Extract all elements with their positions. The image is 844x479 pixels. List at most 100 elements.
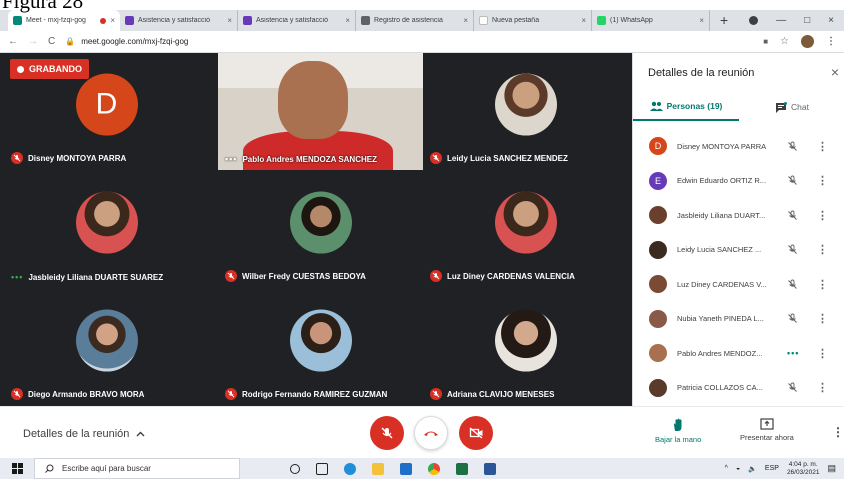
meeting-details-label: Detalles de la reunión <box>23 428 130 440</box>
language-indicator[interactable]: ESP <box>765 465 779 472</box>
participant-more-icon[interactable]: ⋮ <box>817 243 828 256</box>
new-tab-button[interactable]: + <box>720 10 728 31</box>
participant-list-name: Luz Diney CARDENAS V... <box>677 279 767 289</box>
mic-muted-icon[interactable] <box>786 278 798 290</box>
profile-avatar-icon[interactable] <box>801 35 814 48</box>
camera-indicator-icon[interactable]: ■ <box>763 37 768 46</box>
mic-muted-icon[interactable] <box>786 209 798 221</box>
chrome-icon[interactable] <box>428 462 440 475</box>
close-tab-button[interactable]: × <box>463 16 468 25</box>
participant-tile[interactable]: Wilber Fredy CUESTAS BEDOYA <box>218 171 423 288</box>
participant-list-avatar: E <box>649 171 667 190</box>
participant-tile[interactable]: Diego Armando BRAVO MORA <box>4 289 209 406</box>
mic-muted-icon[interactable] <box>786 382 798 394</box>
close-window-button[interactable]: × <box>828 15 834 26</box>
camera-toggle-button[interactable] <box>459 416 493 450</box>
close-tab-button[interactable]: × <box>227 16 232 25</box>
taskbar-search-box[interactable]: Escribe aquí para buscar <box>34 458 240 479</box>
close-tab-button[interactable]: × <box>110 16 115 25</box>
participant-avatar: D <box>75 73 138 136</box>
speaking-indicator-icon: ••• <box>11 272 24 282</box>
tab-chat[interactable]: Chat <box>739 93 844 121</box>
tab-strip: Meet - mxj-fzqi-gog × Asistencia y satisfa… <box>8 10 710 31</box>
cortana-icon[interactable] <box>290 463 300 474</box>
participant-row[interactable]: D Disney MONTOYA PARRA ⋮ <box>633 129 844 164</box>
mic-muted-icon[interactable] <box>786 175 798 187</box>
forward-icon[interactable]: → <box>28 36 38 47</box>
participant-row[interactable]: Patricia COLLAZOS CA... ⋮ <box>633 371 844 406</box>
close-panel-button[interactable]: × <box>826 63 844 81</box>
participant-tile[interactable]: ••• Jasbleidy Liliana DUARTE SUAREZ <box>4 171 209 288</box>
tab-people[interactable]: Personas (19) <box>633 93 739 121</box>
browser-tab[interactable]: Registro de asistencia × <box>356 10 474 31</box>
participant-row[interactable]: Pablo Andres MENDOZ... ••• ⋮ <box>633 336 844 371</box>
windows-start-icon[interactable] <box>0 458 34 479</box>
meeting-details-toggle[interactable]: Detalles de la reunión <box>23 428 145 440</box>
tab-chat-label: Chat <box>791 102 809 112</box>
volume-icon[interactable]: 🔈 <box>748 465 757 473</box>
participant-name: Rodrigo Fernando RAMIREZ GUZMAN <box>242 389 388 399</box>
browser-menu-icon[interactable]: ⋮ <box>826 36 836 47</box>
participant-name: Leidy Lucia SANCHEZ MENDEZ <box>447 153 568 163</box>
mic-toggle-button[interactable] <box>370 416 404 450</box>
back-icon[interactable]: ← <box>8 36 18 47</box>
participant-list-avatar <box>649 206 667 225</box>
participant-list-avatar <box>649 275 667 294</box>
browser-tab[interactable]: Asistencia y satisfacció × <box>120 10 238 31</box>
browser-tab[interactable]: (1) WhatsApp × <box>592 10 710 31</box>
maximize-button[interactable]: □ <box>804 15 810 26</box>
participant-tile-video[interactable]: ••• Pablo Andres MENDOZA SANCHEZ <box>218 53 423 170</box>
participant-row[interactable]: Nubia Yaneth PINEDA L... ⋮ <box>633 302 844 337</box>
close-tab-button[interactable]: × <box>699 16 704 25</box>
participant-name: Disney MONTOYA PARRA <box>28 153 127 163</box>
clock[interactable]: 4:04 p. m. 26/03/2021 <box>787 461 820 477</box>
participant-more-icon[interactable]: ⋮ <box>817 209 828 222</box>
participant-tile[interactable]: Luz Diney CARDENAS VALENCIA <box>423 171 628 288</box>
bookmark-star-icon[interactable]: ☆ <box>780 36 789 47</box>
address-bar-actions: ■ ☆ ⋮ <box>763 35 836 48</box>
more-options-icon[interactable]: ⋮ <box>832 425 844 439</box>
notifications-icon[interactable]: ▤ <box>827 463 836 474</box>
participant-more-icon[interactable]: ⋮ <box>817 140 828 153</box>
browser-profile-icon[interactable] <box>749 16 759 25</box>
participant-row[interactable]: E Edwin Eduardo ORTIZ R... ⋮ <box>633 164 844 199</box>
mic-muted-icon[interactable] <box>786 244 798 256</box>
participant-row[interactable]: Jasbleidy Liliana DUART... ⋮ <box>633 198 844 233</box>
browser-tab[interactable]: Meet - mxj-fzqi-gog × <box>8 10 120 31</box>
leave-call-button[interactable] <box>414 416 448 450</box>
recording-badge: GRABANDO <box>10 59 89 79</box>
participant-name: Pablo Andres MENDOZA SANCHEZ <box>242 154 377 164</box>
network-icon[interactable]: ◒ <box>736 465 740 472</box>
participant-more-icon[interactable]: ⋮ <box>817 174 828 187</box>
close-tab-button[interactable]: × <box>581 16 586 25</box>
participant-more-icon[interactable]: ⋮ <box>817 312 828 325</box>
url-field[interactable]: 🔒 meet.google.com/mxj-fzqi-gog <box>65 37 753 46</box>
edge-icon[interactable] <box>344 462 356 475</box>
participant-more-icon[interactable]: ⋮ <box>817 278 828 291</box>
mic-muted-icon[interactable] <box>786 313 798 325</box>
browser-tab[interactable]: Asistencia y satisfacció × <box>238 10 356 31</box>
tray-chevron-icon[interactable]: ^ <box>725 465 728 472</box>
participant-row[interactable]: Leidy Lucia SANCHEZ ... ⋮ <box>633 233 844 268</box>
participant-tile[interactable]: Leidy Lucia SANCHEZ MENDEZ <box>423 53 628 170</box>
close-tab-button[interactable]: × <box>345 16 350 25</box>
file-explorer-icon[interactable] <box>372 462 384 475</box>
raise-hand-button[interactable]: Bajar la mano <box>655 418 701 444</box>
panel-title: Detalles de la reunión <box>648 67 755 79</box>
participant-tile[interactable]: Rodrigo Fernando RAMIREZ GUZMAN <box>218 289 423 406</box>
word-icon[interactable] <box>484 462 496 475</box>
participant-more-icon[interactable]: ⋮ <box>817 381 828 394</box>
minimize-button[interactable]: — <box>776 15 786 26</box>
participant-more-icon[interactable]: ⋮ <box>817 347 828 360</box>
participant-row[interactable]: Luz Diney CARDENAS V... ⋮ <box>633 267 844 302</box>
mail-icon[interactable] <box>400 462 412 475</box>
mic-muted-icon[interactable] <box>786 140 798 152</box>
excel-icon[interactable] <box>456 462 468 475</box>
task-view-icon[interactable] <box>316 462 328 475</box>
reload-icon[interactable]: C <box>48 36 55 47</box>
tab-favicon-icon <box>125 16 134 25</box>
present-now-button[interactable]: Presentar ahora <box>740 418 794 442</box>
participant-tile[interactable]: Adriana CLAVIJO MENESES <box>423 289 628 406</box>
browser-tab[interactable]: Nueva pestaña × <box>474 10 592 31</box>
url-text[interactable]: meet.google.com/mxj-fzqi-gog <box>81 37 188 46</box>
